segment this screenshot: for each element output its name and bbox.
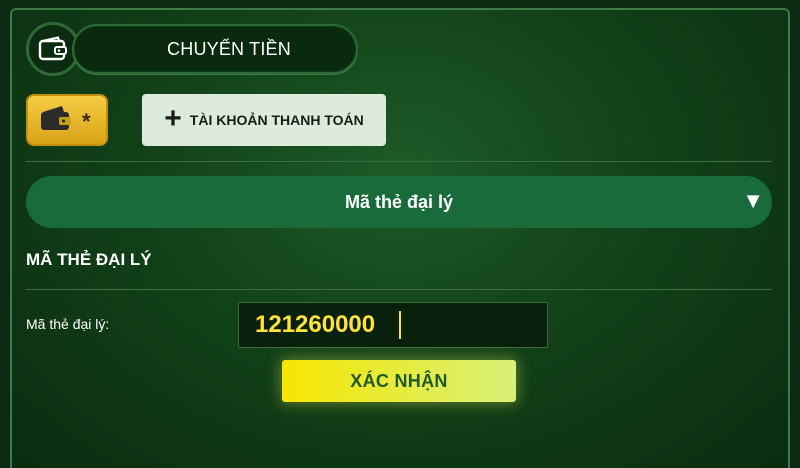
plus-icon: + — [164, 101, 182, 135]
add-payment-account-button[interactable]: + TÀI KHOẢN THANH TOÁN — [142, 94, 386, 146]
add-payment-account-label: TÀI KHOẢN THANH TOÁN — [189, 112, 364, 128]
page-title: CHUYỂN TIỀN — [72, 24, 358, 74]
divider — [26, 161, 772, 162]
wallet-tab-button[interactable]: * — [26, 94, 108, 146]
agent-card-label: Mã thẻ đại lý: — [26, 316, 110, 332]
section-title: MÃ THẺ ĐẠI LÝ — [26, 250, 152, 269]
wallet-icon — [40, 104, 72, 137]
agent-card-input[interactable] — [238, 302, 548, 348]
payment-method-selected: Mã thẻ đại lý — [344, 191, 454, 212]
wallet-marker: * — [82, 109, 91, 134]
caret-down-icon: ▼ — [742, 188, 764, 213]
confirm-button-label: XÁC NHẬN — [350, 370, 448, 391]
payment-method-select[interactable]: Mã thẻ đại lý ▼ — [26, 176, 772, 228]
text-cursor — [399, 311, 401, 339]
page-title-text: CHUYỂN TIỀN — [167, 38, 291, 59]
confirm-button[interactable]: XÁC NHẬN — [282, 360, 516, 402]
divider — [26, 289, 772, 290]
